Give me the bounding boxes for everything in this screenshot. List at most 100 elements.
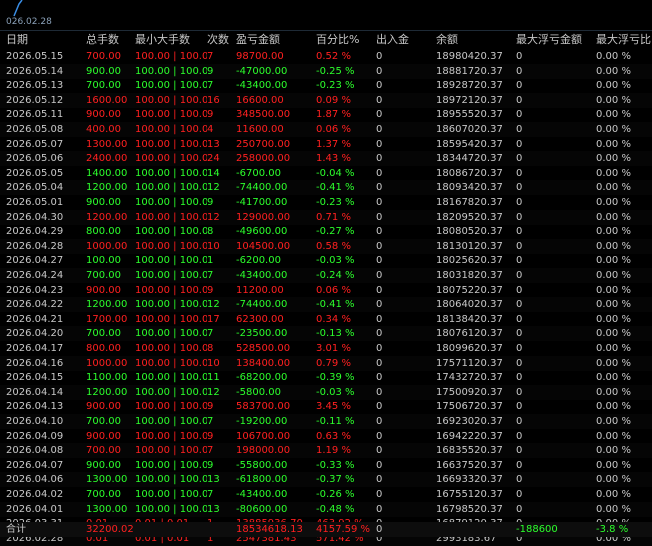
column-header[interactable]: 最大浮亏金额 — [516, 31, 592, 49]
table-row[interactable]: 2026.04.02 700.00 100.00 | 100.00 7 -43400.0… — [0, 487, 652, 502]
row-balance: 16923020.37 — [436, 416, 503, 427]
table-row[interactable]: 2026.04.20 700.00 100.00 | 100.00 7 -23500.0… — [0, 326, 652, 342]
table-row[interactable]: 2026.04.17 800.00 100.00 | 100.00 8 528500.0… — [0, 341, 652, 356]
table-row[interactable]: 2026.05.12 1600.00 100.00 | 100.00 16 16600.… — [0, 92, 652, 108]
row-lots: 900.00 — [86, 197, 121, 208]
table-row[interactable]: 2026.05.01 900.00 100.00 | 100.00 9 -41700.0… — [0, 195, 652, 210]
row-pct: 0.09 % — [316, 94, 351, 106]
table-row[interactable]: 2026.05.15 700.00 100.00 | 100.00 7 98700.00… — [0, 49, 652, 64]
table-row[interactable]: 2026.04.30 1200.00 100.00 | 100.00 12 129000… — [0, 209, 652, 225]
row-max-drawdown-pct: 0.00 % — [596, 109, 631, 121]
row-date: 2026.04.20 — [6, 328, 64, 340]
row-lots: 900.00 — [86, 109, 121, 121]
row-lots: 700.00 — [86, 80, 121, 92]
table-row[interactable]: 2026.04.23 900.00 100.00 | 100.00 9 11200.00… — [0, 283, 652, 298]
table-row[interactable]: 2026.05.04 1200.00 100.00 | 100.00 12 -74400… — [0, 180, 652, 196]
row-pnl: -68200.00 — [236, 372, 288, 384]
row-lots: 400.00 — [86, 124, 121, 135]
row-pct: -0.41 % — [316, 299, 355, 311]
row-date: 2026.04.06 — [6, 474, 64, 486]
row-max-drawdown: 0 — [516, 109, 523, 121]
row-max-drawdown: 0 — [516, 226, 523, 238]
table-row[interactable]: 2026.04.10 700.00 100.00 | 100.00 7 -19200.0… — [0, 414, 652, 429]
column-header[interactable]: 总手数 — [86, 31, 134, 49]
row-max-drawdown-pct: 0.00 % — [596, 80, 631, 92]
table-row[interactable]: 2026.04.28 1000.00 100.00 | 100.00 10 104500… — [0, 238, 652, 254]
row-pnl: 11200.00 — [236, 284, 284, 296]
table-row[interactable]: 2026.04.27 100.00 100.00 | 100.00 1 -6200.00… — [0, 253, 652, 268]
row-count: 13 — [207, 503, 220, 515]
row-max-drawdown: 0 — [516, 372, 523, 384]
row-max-drawdown-pct: 0.00 % — [596, 474, 631, 486]
row-min-max-lots: 100.00 | 100.00 — [135, 459, 207, 471]
table-row[interactable]: 2026.05.11 900.00 100.00 | 100.00 9 348500.0… — [0, 107, 652, 122]
table-row[interactable]: 2026.04.22 1200.00 100.00 | 100.00 12 -74400… — [0, 297, 652, 313]
table-row[interactable]: 2026.04.16 1000.00 100.00 | 100.00 10 138400… — [0, 355, 652, 371]
table-row[interactable]: 2026.04.13 900.00 100.00 | 100.00 9 583700.0… — [0, 399, 652, 414]
table-row[interactable]: 2026.04.29 800.00 100.00 | 100.00 8 -49600.0… — [0, 224, 652, 239]
row-max-drawdown: 0 — [516, 197, 523, 208]
row-max-drawdown: 0 — [516, 401, 523, 413]
row-date: 2026.04.10 — [6, 416, 64, 427]
table-row[interactable]: 2026.04.15 1100.00 100.00 | 100.00 11 -68200… — [0, 370, 652, 385]
table-row[interactable]: 2026.04.21 1700.00 100.00 | 100.00 17 62300.… — [0, 312, 652, 327]
row-balance: 16835520.37 — [436, 445, 503, 457]
row-min-max-lots: 100.00 | 100.00 — [135, 416, 207, 427]
row-max-drawdown-pct: 0.00 % — [596, 240, 631, 252]
table-row[interactable]: 2026.04.24 700.00 100.00 | 100.00 7 -43400.0… — [0, 268, 652, 283]
row-count: 12 — [207, 182, 220, 194]
row-count: 9 — [207, 430, 214, 442]
row-pnl: -47000.00 — [236, 65, 288, 77]
table-row[interactable]: 2026.04.01 1300.00 100.00 | 100.00 13 -80600… — [0, 501, 652, 517]
row-min-max-lots: 100.00 | 100.00 — [135, 328, 207, 340]
row-max-drawdown: 0 — [516, 153, 523, 165]
column-header[interactable]: 最大浮亏比 — [596, 31, 652, 49]
column-header[interactable]: 出入金 — [376, 31, 420, 49]
row-lots: 800.00 — [86, 343, 121, 354]
column-header[interactable]: 日期 — [6, 31, 84, 49]
row-max-drawdown: 0 — [516, 80, 523, 92]
row-date: 2026.04.13 — [6, 401, 64, 413]
row-min-max-lots: 100.00 | 100.00 — [135, 386, 207, 398]
row-date: 2026.05.15 — [6, 51, 64, 62]
row-balance: 18080520.37 — [436, 226, 503, 238]
table-row[interactable]: 2026.05.06 2400.00 100.00 | 100.00 24 258000… — [0, 151, 652, 167]
row-pct: -0.39 % — [316, 372, 355, 384]
row-balance: 18138420.37 — [436, 313, 503, 325]
row-pct: 0.71 % — [316, 211, 351, 223]
table-row[interactable]: 2026.04.09 900.00 100.00 | 100.00 9 106700.0… — [0, 429, 652, 444]
row-max-drawdown: 0 — [516, 474, 523, 486]
row-max-drawdown: 0 — [516, 445, 523, 457]
row-date: 2026.05.07 — [6, 138, 64, 150]
row-lots: 900.00 — [86, 284, 121, 296]
table-row[interactable]: 2026.05.05 1400.00 100.00 | 100.00 14 -6700.… — [0, 166, 652, 181]
column-header[interactable]: 次数 — [207, 31, 233, 49]
table-row[interactable]: 2026.04.08 700.00 100.00 | 100.00 7 198000.0… — [0, 443, 652, 459]
table-row[interactable]: 2026.04.06 1300.00 100.00 | 100.00 13 -61800… — [0, 472, 652, 488]
row-deposit: 0 — [376, 372, 383, 384]
column-header[interactable]: 百分比% — [316, 31, 372, 49]
row-pnl: 138400.00 — [236, 357, 291, 369]
table-row[interactable]: 2026.05.08 400.00 100.00 | 100.00 4 11600.00… — [0, 122, 652, 137]
row-deposit: 0 — [376, 430, 383, 442]
chart-header: 026.02.28 — [0, 0, 652, 31]
row-min-max-lots: 100.00 | 100.00 — [135, 489, 207, 500]
column-header[interactable]: 余额 — [436, 31, 512, 49]
table-row[interactable]: 2026.05.13 700.00 100.00 | 100.00 7 -43400.0… — [0, 78, 652, 93]
row-max-drawdown: 0 — [516, 343, 523, 354]
table-row[interactable]: 2026.05.14 900.00 100.00 | 100.00 9 -47000.0… — [0, 63, 652, 79]
row-max-drawdown: 0 — [516, 51, 523, 62]
row-pnl: 250700.00 — [236, 138, 291, 150]
table-row[interactable]: 2026.05.07 1300.00 100.00 | 100.00 13 250700… — [0, 137, 652, 152]
row-max-drawdown-pct: 0.00 % — [596, 503, 631, 515]
row-date: 2026.04.16 — [6, 357, 64, 369]
table-row[interactable]: 2026.04.07 900.00 100.00 | 100.00 9 -55800.0… — [0, 458, 652, 473]
table-row[interactable]: 2026.04.14 1200.00 100.00 | 100.00 12 -5800.… — [0, 384, 652, 400]
column-header[interactable]: 盈亏金额 — [236, 31, 312, 49]
row-date: 2026.05.04 — [6, 182, 64, 194]
row-date: 2026.05.14 — [6, 65, 64, 77]
row-max-drawdown-pct: 0.00 % — [596, 401, 631, 413]
row-max-drawdown-pct: 0.00 % — [596, 416, 631, 427]
column-header[interactable]: 最小大手数 — [135, 31, 207, 49]
row-count: 7 — [207, 328, 214, 340]
